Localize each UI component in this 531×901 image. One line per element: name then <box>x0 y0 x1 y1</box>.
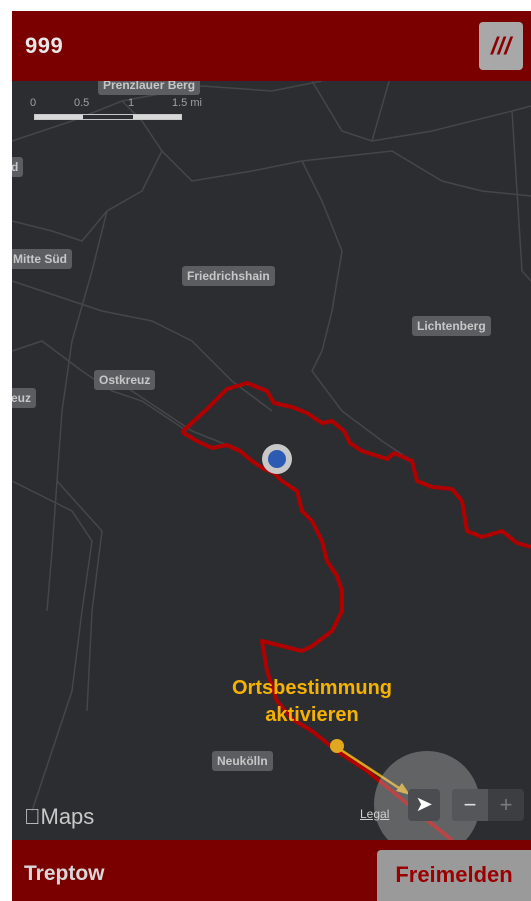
location-hint-line2: aktivieren <box>265 704 359 726</box>
apple-maps-attribution: Maps <box>24 804 94 829</box>
location-arrow-icon: ➤ <box>415 793 433 816</box>
district-label-lichtenberg: Lichtenberg <box>412 316 491 336</box>
page-title: 999 <box>25 33 64 58</box>
zoom-in-button[interactable]: + <box>488 789 524 821</box>
district-label-d: d <box>12 157 24 177</box>
map-scale: 0 0.5 1 1.5 mi <box>28 97 208 125</box>
apple-logo-icon:  <box>24 804 41 829</box>
scale-label-1: 0.5 <box>74 97 90 109</box>
top-bar: 999 /// <box>12 11 531 81</box>
user-location-marker <box>262 444 292 474</box>
menu-icon: /// <box>490 33 511 60</box>
zoom-out-button[interactable]: − <box>452 789 488 821</box>
location-hint-line1: Ortsbestimmung <box>231 677 393 699</box>
district-label-ostkreuz: Ostkreuz <box>94 370 156 390</box>
current-district: Treptow <box>24 862 105 885</box>
bottom-bar: Treptow Freimelden <box>12 840 531 901</box>
menu-button[interactable]: /// <box>479 22 523 70</box>
app-screen: 0 0.5 1 1.5 mi Prenzlauer Berg d Mitte S… <box>12 11 531 901</box>
scale-label-3: 1.5 mi <box>172 97 202 109</box>
district-label-friedrichshain: Friedrichshain <box>182 266 275 286</box>
legal-link[interactable]: Legal <box>360 807 389 821</box>
district-label-neukoelln: Neukölln <box>212 751 273 771</box>
location-hint: Ortsbestimmung aktivieren <box>207 675 417 729</box>
district-label-euz: euz <box>12 388 37 408</box>
scale-label-0: 0 <box>30 97 37 109</box>
scale-bar <box>34 114 182 120</box>
zoom-control: − + <box>452 789 524 821</box>
freimelden-label: Freimelden <box>395 862 513 887</box>
locate-me-button[interactable]: ➤ <box>408 789 440 821</box>
freimelden-button[interactable]: Freimelden <box>377 850 531 901</box>
scale-label-2: 1 <box>128 97 135 109</box>
district-label-mitte-sued: Mitte Süd <box>12 249 72 269</box>
